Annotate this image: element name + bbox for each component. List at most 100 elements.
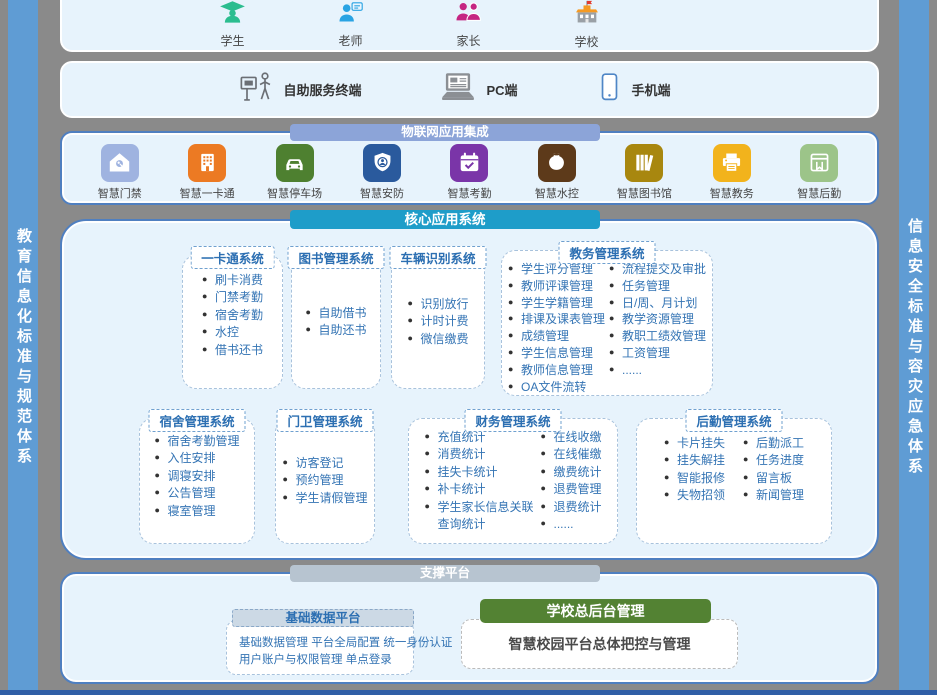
- system-item-list: ●后勤派工●任务进度●留言板●新闻管理: [743, 435, 804, 505]
- bullet-icon: ●: [609, 279, 614, 292]
- system-box-title: 宿舍管理系统: [148, 409, 245, 432]
- bullet-icon: ●: [508, 363, 513, 376]
- bullet-icon: ●: [154, 486, 159, 499]
- base-platform-line: 用户账户与权限管理 单点登录: [239, 652, 403, 669]
- bullet-icon: ●: [508, 329, 513, 342]
- phone-icon: [596, 72, 623, 107]
- teacher-icon: [337, 0, 364, 31]
- list-item: ●宿舍考勤管理: [154, 433, 239, 450]
- system-item-list: ●自助借书●自助还书: [305, 305, 366, 340]
- bullet-icon: ●: [202, 290, 207, 303]
- list-item: ●学生家长信息关联查询统计: [424, 499, 536, 534]
- attendance-icon: [450, 144, 488, 182]
- bullet-icon: ●: [508, 279, 513, 292]
- list-item: ●在线催缴: [540, 446, 601, 463]
- system-box-title: 车辆识别系统: [389, 246, 486, 269]
- pc-icon: [439, 71, 477, 109]
- list-item: ●刷卡消费: [202, 272, 263, 289]
- iot-item-label: 智慧安防: [360, 185, 404, 201]
- bullet-icon: ●: [202, 273, 207, 286]
- list-item: ●排课及课表管理: [508, 311, 605, 328]
- list-item: ●水控: [202, 324, 263, 341]
- bullet-icon: ●: [305, 323, 310, 336]
- right-sidebar-security: 信息安全标准与容灾应急体系: [899, 0, 929, 695]
- bullet-icon: ●: [508, 312, 513, 325]
- list-item: ●补卡统计: [424, 481, 536, 498]
- system-box-gate: 门卫管理系统●访客登记●预约管理●学生请假管理: [275, 418, 375, 544]
- user-item: 家长: [427, 0, 511, 49]
- iot-item: 智慧考勤: [429, 144, 509, 201]
- bullet-icon: ●: [609, 329, 614, 342]
- user-item: 老师: [309, 0, 393, 49]
- school-admin-content: 智慧校园平台总体把控与管理: [509, 634, 691, 654]
- iot-item: 智慧教务: [692, 144, 772, 201]
- list-item: ●缴费统计: [540, 464, 601, 481]
- terminal-item: 自助服务终端: [238, 69, 361, 110]
- bullet-icon: ●: [202, 308, 207, 321]
- library-icon: [625, 144, 663, 182]
- list-item: ●教学资源管理: [609, 311, 706, 328]
- list-item: ●微信缴费: [407, 331, 468, 348]
- list-item: ●卡片挂失: [664, 435, 725, 452]
- water-icon: [538, 144, 576, 182]
- logistics-icon: [800, 144, 838, 182]
- iot-item-label: 智慧停车场: [267, 185, 322, 201]
- terminal-layer-panel: 自助服务终端PC端手机端: [60, 61, 879, 118]
- bullet-icon: ●: [424, 465, 429, 478]
- bullet-icon: ●: [407, 297, 412, 310]
- system-item-list: ●学生评分管理●教师评课管理●学生学籍管理●排课及课表管理●成绩管理●学生信息管…: [508, 261, 605, 395]
- system-box-columns: ●访客登记●预约管理●学生请假管理: [276, 419, 374, 543]
- right-sidebar-label: 信息安全标准与容灾应急体系: [899, 218, 929, 478]
- terminal-item-label: 手机端: [632, 80, 671, 99]
- system-item-list: ●宿舍考勤管理●入住安排●调寝安排●公告管理●寝室管理: [154, 433, 239, 520]
- list-item: ●教职工绩效管理: [609, 328, 706, 345]
- bullet-icon: ●: [282, 456, 287, 469]
- user-item-label: 学生: [220, 32, 244, 49]
- system-box-columns: ●学生评分管理●教师评课管理●学生学籍管理●排课及课表管理●成绩管理●学生信息管…: [502, 251, 712, 395]
- list-item: ●宿舍考勤: [202, 307, 263, 324]
- list-item: ●学生学籍管理: [508, 295, 605, 312]
- bullet-icon: ●: [664, 471, 669, 484]
- system-box-title: 教务管理系统: [558, 241, 655, 264]
- school-icon: [573, 0, 601, 32]
- core-layer-panel: 一卡通系统●刷卡消费●门禁考勤●宿舍考勤●水控●借书还书图书管理系统●自助借书●…: [60, 219, 879, 560]
- iot-item: 智慧安防: [342, 144, 422, 201]
- bullet-icon: ●: [424, 447, 429, 460]
- list-item: ●任务进度: [743, 452, 804, 469]
- list-item: ●日/周、月计划: [609, 295, 706, 312]
- bullet-icon: ●: [540, 482, 545, 495]
- core-layer-header: 核心应用系统: [290, 210, 600, 229]
- system-box-onecard: 一卡通系统●刷卡消费●门禁考勤●宿舍考勤●水控●借书还书: [182, 255, 283, 389]
- system-box-columns: ●宿舍考勤管理●入住安排●调寝安排●公告管理●寝室管理: [140, 419, 254, 543]
- terminal-item-label: 自助服务终端: [283, 80, 361, 99]
- list-item: ●学生请假管理: [282, 490, 367, 507]
- bullet-icon: ●: [743, 453, 748, 466]
- list-item: ●教师评课管理: [508, 278, 605, 295]
- bullet-icon: ●: [664, 453, 669, 466]
- bullet-icon: ●: [609, 296, 614, 309]
- bullet-icon: ●: [305, 306, 310, 319]
- list-item: ●消费统计: [424, 446, 536, 463]
- student-icon: [219, 0, 246, 31]
- bullet-icon: ●: [508, 262, 513, 275]
- list-item: ●预约管理: [282, 472, 367, 489]
- user-item-label: 家长: [456, 32, 480, 49]
- iot-item-label: 智慧水控: [535, 185, 579, 201]
- list-item: ●识别放行: [407, 296, 468, 313]
- system-item-list: ●在线收缴●在线催缴●缴费统计●退费管理●退费统计●......: [540, 429, 601, 533]
- list-item: ●留言板: [743, 470, 804, 487]
- left-sidebar-standards: 教育信息化标准与规范体系: [8, 0, 38, 695]
- iot-item-label: 智慧教务: [710, 185, 754, 201]
- list-item: ●计时计费: [407, 313, 468, 330]
- system-item-list: ●流程提交及审批●任务管理●日/周、月计划●教学资源管理●教职工绩效管理●工资管…: [609, 261, 706, 379]
- list-item: ●成绩管理: [508, 328, 605, 345]
- onecard-icon: [188, 144, 226, 182]
- bullet-icon: ●: [424, 430, 429, 443]
- system-box-logistics: 后勤管理系统●卡片挂失●挂失解挂●智能报修●失物招领●后勤派工●任务进度●留言板…: [636, 418, 832, 544]
- list-item: ●退费管理: [540, 481, 601, 498]
- iot-item: 智慧图书馆: [604, 144, 684, 201]
- list-item: ●退费统计: [540, 499, 601, 516]
- iot-item-label: 智慧考勤: [447, 185, 491, 201]
- system-box-columns: ●自助借书●自助还书: [292, 256, 380, 388]
- bullet-icon: ●: [743, 436, 748, 449]
